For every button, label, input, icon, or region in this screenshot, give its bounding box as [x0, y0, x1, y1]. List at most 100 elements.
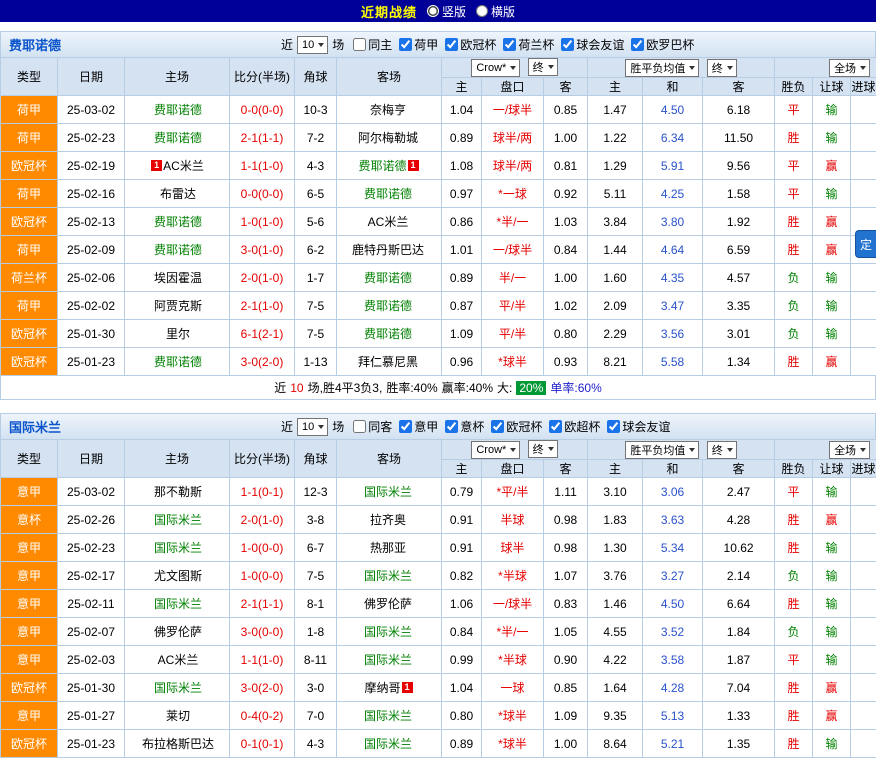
layout-vertical-option[interactable]: 竖版	[427, 3, 466, 20]
competition-checkbox[interactable]	[631, 38, 644, 51]
match-row: 意杯 25-02-26 国际米兰 2-0(1-0) 3-8 拉齐奥 0.91 半…	[1, 506, 876, 534]
match-date: 25-01-27	[58, 702, 125, 730]
away-team-name[interactable]: 鹿特丹斯巴达	[352, 243, 424, 257]
away-team-name[interactable]: 国际米兰	[364, 653, 412, 667]
competition-checkbox[interactable]	[607, 420, 620, 433]
result-handicap-cover: 赢	[813, 236, 851, 264]
odds-time-select[interactable]: 终	[528, 58, 558, 76]
handicap-home-odds: 0.86	[442, 208, 482, 236]
home-team-name[interactable]: 阿贾克斯	[154, 299, 202, 313]
away-team-name[interactable]: 费耶诺德	[364, 271, 412, 285]
home-team-name[interactable]: 布拉格斯巴达	[142, 737, 214, 751]
home-team-name[interactable]: AC米兰	[163, 159, 204, 173]
home-team-name[interactable]: 尤文图斯	[154, 569, 202, 583]
competition-checkbox[interactable]	[491, 420, 504, 433]
away-team-name[interactable]: 国际米兰	[364, 569, 412, 583]
away-team-name[interactable]: 费耶诺德	[364, 299, 412, 313]
score-halftime: 2-1(1-1)	[230, 590, 295, 618]
same-venue-checkbox[interactable]	[353, 38, 366, 51]
filter-competition-2[interactable]: 欧冠杯	[491, 418, 542, 435]
score-halftime: 1-1(1-0)	[230, 646, 295, 674]
handicap-line: *一球	[482, 180, 544, 208]
filter-same-venue[interactable]: 同客	[353, 418, 392, 435]
filter-competition-3[interactable]: 欧超杯	[549, 418, 600, 435]
filter-competition-0[interactable]: 意甲	[399, 418, 438, 435]
away-team-cell: 热那亚	[337, 534, 442, 562]
competition-checkbox[interactable]	[445, 420, 458, 433]
corner-count: 6-2	[295, 236, 337, 264]
corner-count: 4-3	[295, 152, 337, 180]
europe-time-select[interactable]: 终	[707, 59, 737, 77]
scope-select[interactable]: 全场	[829, 59, 870, 77]
odds-draw: 4.50	[643, 96, 703, 124]
away-team-cell: 费耶诺德1	[337, 152, 442, 180]
bookmaker-select[interactable]: Crow*	[471, 441, 520, 459]
home-team-name[interactable]: 费耶诺德	[154, 131, 202, 145]
vertical-radio[interactable]	[427, 5, 439, 17]
competition-checkbox[interactable]	[399, 420, 412, 433]
home-team-name[interactable]: 国际米兰	[154, 513, 202, 527]
away-team-name[interactable]: 摩纳哥	[364, 681, 400, 695]
home-team-name[interactable]: 里尔	[166, 327, 190, 341]
competition-checkbox[interactable]	[445, 38, 458, 51]
same-venue-checkbox[interactable]	[353, 420, 366, 433]
away-team-name[interactable]: 奈梅亨	[370, 103, 406, 117]
away-team-name[interactable]: 阿尔梅勒城	[358, 131, 418, 145]
odds-draw: 4.35	[643, 264, 703, 292]
europe-time-select[interactable]: 终	[707, 441, 737, 459]
match-count-select[interactable]: 10	[297, 36, 328, 54]
filter-competition-1[interactable]: 意杯	[445, 418, 484, 435]
competition-checkbox[interactable]	[399, 38, 412, 51]
away-team-name[interactable]: 国际米兰	[364, 625, 412, 639]
home-team-name[interactable]: 费耶诺德	[154, 215, 202, 229]
filter-competition-1[interactable]: 欧冠杯	[445, 36, 496, 53]
handicap-line: *半球	[482, 562, 544, 590]
home-team-name[interactable]: 费耶诺德	[154, 355, 202, 369]
handicap-home-odds: 0.80	[442, 702, 482, 730]
home-team-name[interactable]: 那不勒斯	[154, 485, 202, 499]
away-team-name[interactable]: 国际米兰	[364, 709, 412, 723]
home-team-name[interactable]: 莱切	[166, 709, 190, 723]
away-team-name[interactable]: 国际米兰	[364, 485, 412, 499]
home-team-name[interactable]: 佛罗伦萨	[154, 625, 202, 639]
europe-odds-select[interactable]: 胜平负均值	[625, 441, 699, 459]
competition-checkbox[interactable]	[549, 420, 562, 433]
home-team-name[interactable]: 埃因霍温	[154, 271, 202, 285]
away-team-name[interactable]: 费耶诺德	[364, 187, 412, 201]
home-team-name[interactable]: 国际米兰	[154, 681, 202, 695]
away-team-name[interactable]: 拉齐奥	[370, 513, 406, 527]
team-name[interactable]: 国际米兰	[1, 417, 279, 436]
europe-odds-select[interactable]: 胜平负均值	[625, 59, 699, 77]
horizontal-radio[interactable]	[476, 5, 488, 17]
away-team-name[interactable]: 国际米兰	[364, 737, 412, 751]
filter-competition-0[interactable]: 荷甲	[399, 36, 438, 53]
home-team-name[interactable]: 费耶诺德	[154, 103, 202, 117]
odds-time-select[interactable]: 终	[528, 440, 558, 458]
bookmaker-select[interactable]: Crow*	[471, 59, 520, 77]
scope-select[interactable]: 全场	[829, 441, 870, 459]
filter-same-venue[interactable]: 同主	[353, 36, 392, 53]
team-name[interactable]: 费耶诺德	[1, 35, 279, 54]
home-team-cell: 费耶诺德	[125, 124, 230, 152]
competition-checkbox[interactable]	[561, 38, 574, 51]
home-team-name[interactable]: 国际米兰	[154, 541, 202, 555]
competition-checkbox[interactable]	[503, 38, 516, 51]
home-team-name[interactable]: AC米兰	[158, 653, 199, 667]
match-count-select[interactable]: 10	[297, 418, 328, 436]
away-team-name[interactable]: AC米兰	[368, 215, 409, 229]
away-team-name[interactable]: 费耶诺德	[364, 327, 412, 341]
filter-competition-2[interactable]: 荷兰杯	[503, 36, 554, 53]
away-team-name[interactable]: 拜仁慕尼黑	[358, 355, 418, 369]
filter-competition-4[interactable]: 球会友谊	[607, 418, 670, 435]
away-team-name[interactable]: 佛罗伦萨	[364, 597, 412, 611]
layout-horizontal-option[interactable]: 横版	[476, 3, 515, 20]
filter-competition-4[interactable]: 欧罗巴杯	[631, 36, 694, 53]
home-team-name[interactable]: 费耶诺德	[154, 243, 202, 257]
home-team-name[interactable]: 国际米兰	[154, 597, 202, 611]
goals-cell	[851, 506, 876, 534]
filter-competition-3[interactable]: 球会友谊	[561, 36, 624, 53]
side-tab-button[interactable]: 定	[855, 230, 876, 258]
away-team-name[interactable]: 费耶诺德	[358, 159, 406, 173]
away-team-name[interactable]: 热那亚	[370, 541, 406, 555]
home-team-name[interactable]: 布雷达	[160, 187, 196, 201]
